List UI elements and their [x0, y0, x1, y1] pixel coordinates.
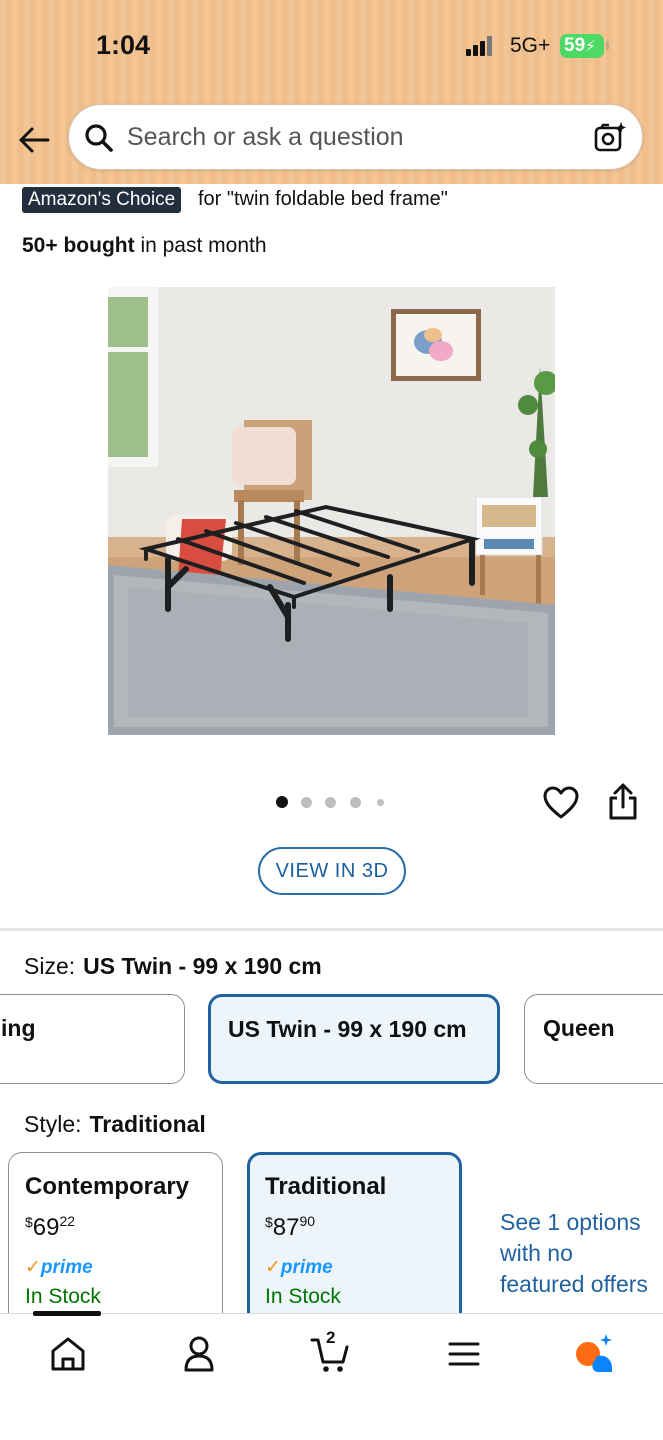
cart-count-badge: 2	[326, 1328, 336, 1347]
price-whole: 87	[272, 1214, 300, 1241]
size-option-king[interactable]: ing	[0, 994, 185, 1084]
style-label: Style: Traditional	[24, 1111, 206, 1138]
style-option-contemporary[interactable]: Contemporary $6922 ✓prime In Stock	[8, 1152, 223, 1327]
signal-icon	[466, 36, 494, 56]
prime-check-icon: ✓	[265, 1257, 281, 1278]
style-selected-value: Traditional	[89, 1111, 206, 1137]
see-options-link[interactable]: See 1 options with no featured offers	[500, 1207, 660, 1300]
price-fraction: 22	[59, 1213, 76, 1229]
search-icon[interactable]	[83, 122, 115, 154]
status-time: 1:04	[96, 30, 151, 60]
battery-indicator: 59⚡	[560, 34, 604, 58]
heart-icon[interactable]	[543, 786, 579, 820]
size-option-us-twin[interactable]: US Twin - 99 x 190 cm	[208, 994, 500, 1084]
back-arrow-icon[interactable]	[16, 122, 52, 158]
prime-badge: ✓prime	[265, 1256, 444, 1279]
style-option-price: $8790	[265, 1213, 444, 1242]
bought-count: 50+ bought in past month	[22, 234, 267, 258]
style-option-price: $6922	[25, 1213, 206, 1242]
battery-tip	[606, 41, 609, 50]
stock-status: In Stock	[25, 1285, 101, 1308]
pagination-dot-5[interactable]	[377, 799, 384, 806]
prime-label: prime	[40, 1257, 93, 1278]
bought-count-bold: 50+ bought	[22, 234, 135, 257]
size-option-label: Queen	[543, 1015, 615, 1041]
size-option-label: ing	[1, 1015, 36, 1041]
badge-query-text: for "twin foldable bed frame"	[198, 188, 448, 210]
style-label-text: Style:	[24, 1111, 82, 1137]
section-divider	[0, 928, 663, 931]
prime-badge: ✓prime	[25, 1256, 206, 1279]
prime-check-icon: ✓	[25, 1257, 41, 1278]
size-selected-value: US Twin - 99 x 190 cm	[83, 953, 322, 979]
product-image[interactable]	[108, 287, 555, 735]
search-bar[interactable]	[68, 104, 643, 170]
stock-status: In Stock	[265, 1285, 341, 1308]
size-option-label: US Twin - 99 x 190 cm	[228, 1016, 467, 1042]
amazons-choice-badge[interactable]: Amazon's Choice	[22, 187, 182, 213]
prime-label: prime	[280, 1257, 333, 1278]
style-option-name: Traditional	[265, 1173, 387, 1200]
price-fraction: 90	[299, 1213, 316, 1229]
account-icon[interactable]	[177, 1332, 221, 1376]
price-currency: $	[25, 1214, 33, 1230]
share-icon[interactable]	[607, 783, 639, 821]
rufus-icon[interactable]	[572, 1332, 616, 1376]
network-label: 5G+	[510, 34, 551, 57]
home-icon[interactable]	[46, 1332, 90, 1376]
search-input[interactable]	[127, 105, 577, 169]
style-option-traditional[interactable]: Traditional $8790 ✓prime In Stock	[247, 1152, 462, 1327]
active-tab-indicator	[33, 1311, 101, 1316]
pagination-dot-3[interactable]	[325, 797, 336, 808]
menu-icon[interactable]	[442, 1332, 486, 1376]
size-label-text: Size:	[24, 953, 76, 979]
size-option-queen[interactable]: Queen	[524, 994, 663, 1084]
size-label: Size: US Twin - 99 x 190 cm	[24, 953, 322, 980]
view-in-3d-button[interactable]: VIEW IN 3D	[258, 847, 406, 895]
style-option-name: Contemporary	[25, 1173, 190, 1200]
pagination-dot-2[interactable]	[301, 797, 312, 808]
bought-count-rest: in past month	[140, 234, 267, 257]
price-whole: 69	[32, 1214, 60, 1241]
pagination-dot-4[interactable]	[350, 797, 361, 808]
header: 1:04 5G+ 59⚡	[0, 0, 663, 184]
pagination-dot-1[interactable]	[276, 796, 288, 808]
battery-level: 59	[564, 35, 586, 56]
price-currency: $	[265, 1214, 273, 1230]
camera-lens-icon[interactable]	[593, 121, 627, 155]
